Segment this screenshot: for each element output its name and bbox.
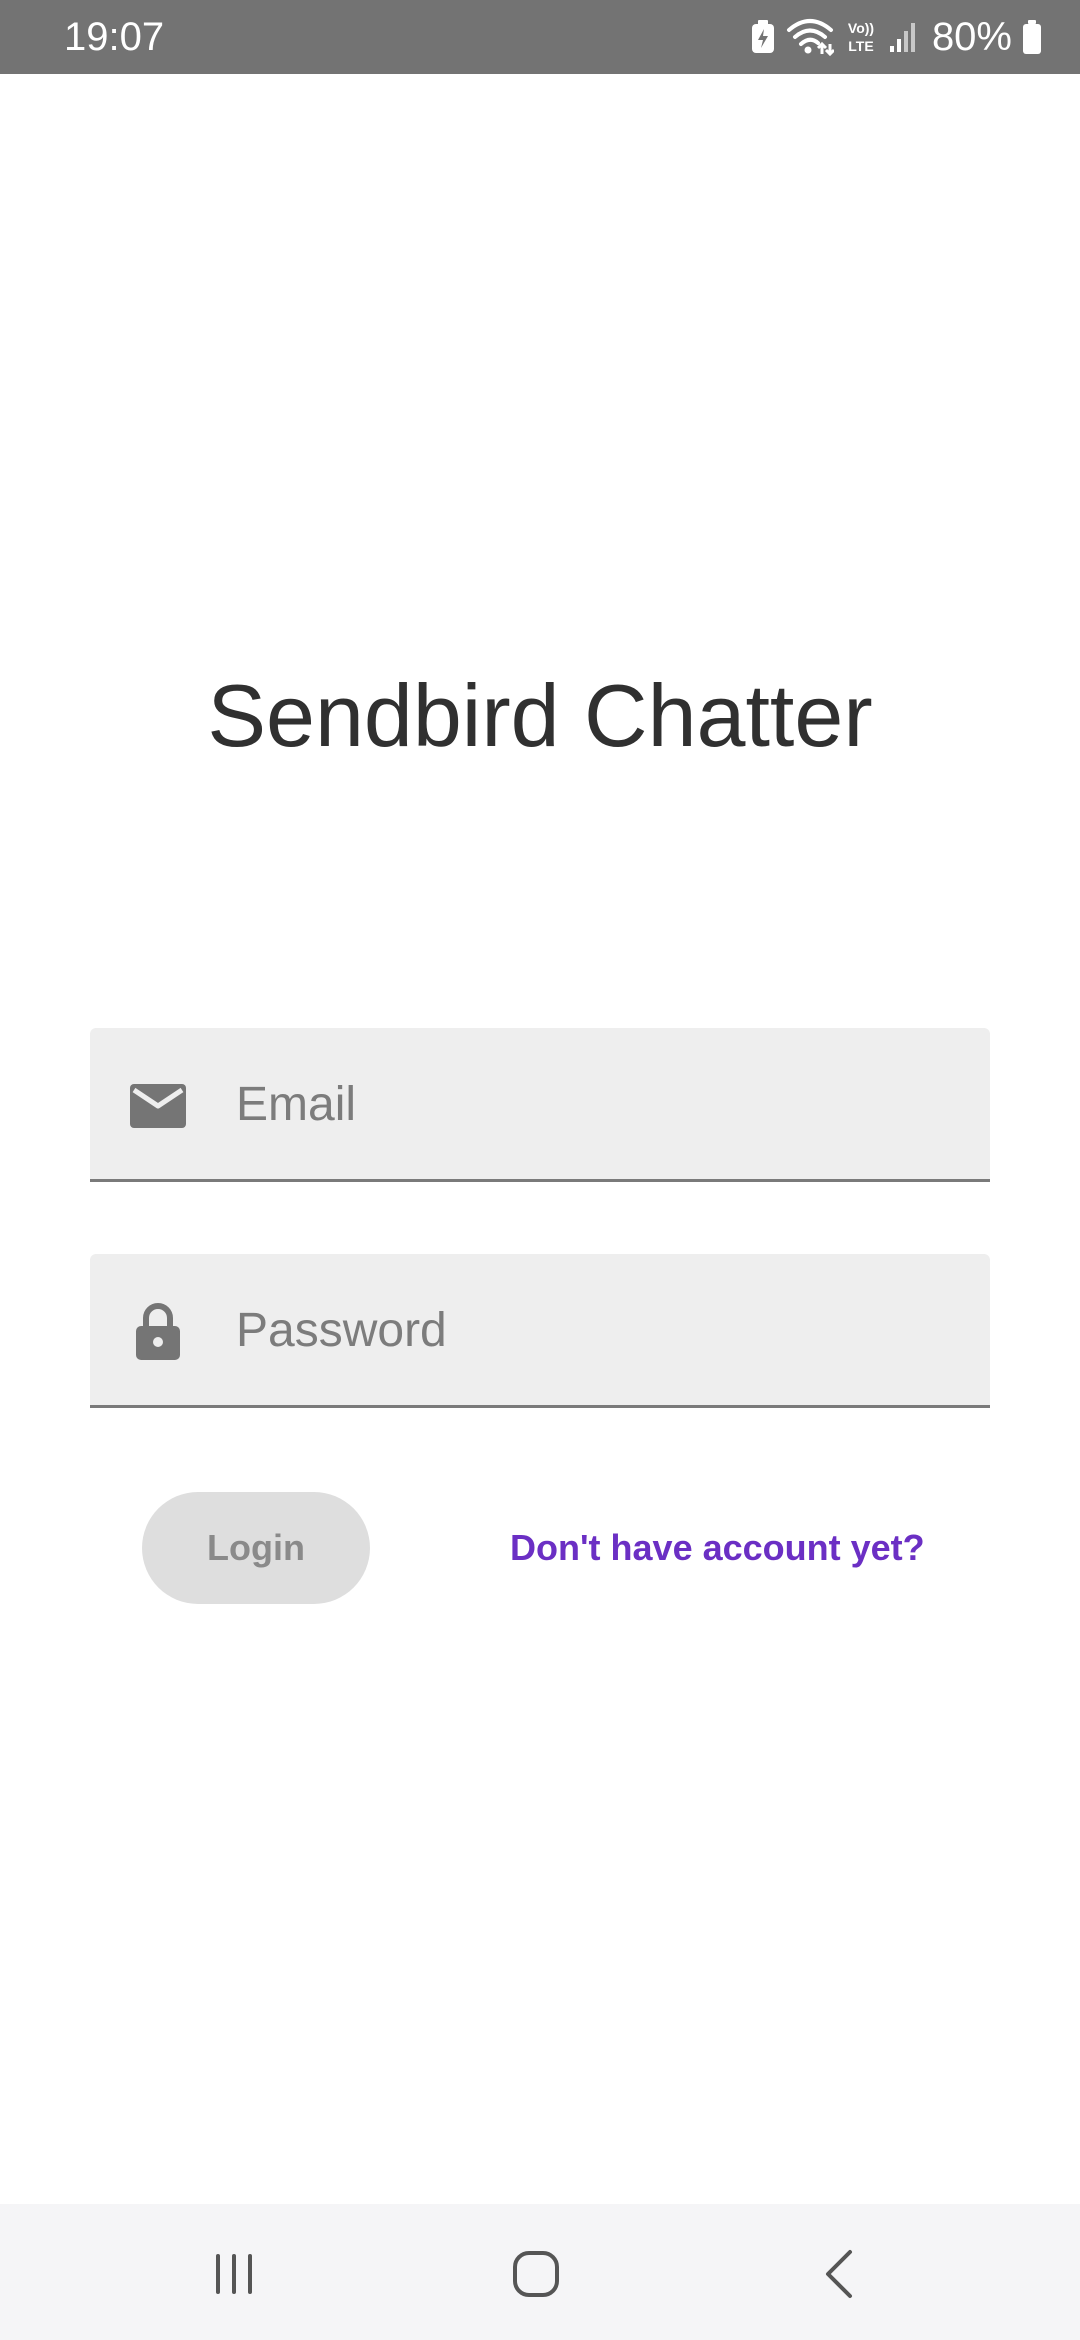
volte-icon: Vo)) LTE <box>844 18 878 56</box>
wifi-icon <box>786 18 834 56</box>
battery-icon <box>1022 19 1042 55</box>
status-bar: 19:07 Vo)) LTE 80% <box>0 0 1080 74</box>
status-icons: Vo)) LTE 80% <box>750 12 1042 62</box>
volte-label-bottom: LTE <box>848 38 873 54</box>
signal-icon <box>888 20 918 54</box>
mail-icon <box>128 1076 188 1136</box>
login-button[interactable]: Login <box>142 1492 370 1604</box>
password-field[interactable] <box>90 1254 990 1408</box>
app-title: Sendbird Chatter <box>207 666 873 765</box>
login-screen: 19:07 Vo)) LTE 80% Sendbird Chatter Emai… <box>0 0 1080 2340</box>
battery-percent: 80% <box>931 15 1012 59</box>
navigation-bar <box>0 2204 1080 2340</box>
signup-link[interactable]: Don't have account yet? <box>510 1522 925 1574</box>
battery-saver-icon <box>750 19 776 55</box>
home-icon[interactable] <box>496 2234 576 2314</box>
email-field[interactable] <box>90 1028 990 1182</box>
password-input[interactable] <box>236 1290 956 1370</box>
volte-label-top: Vo)) <box>848 20 874 36</box>
email-input[interactable] <box>236 1064 956 1144</box>
lock-icon <box>128 1302 188 1362</box>
recents-icon[interactable] <box>194 2234 274 2314</box>
status-time: 19:07 <box>64 15 165 59</box>
back-icon[interactable] <box>800 2234 880 2314</box>
